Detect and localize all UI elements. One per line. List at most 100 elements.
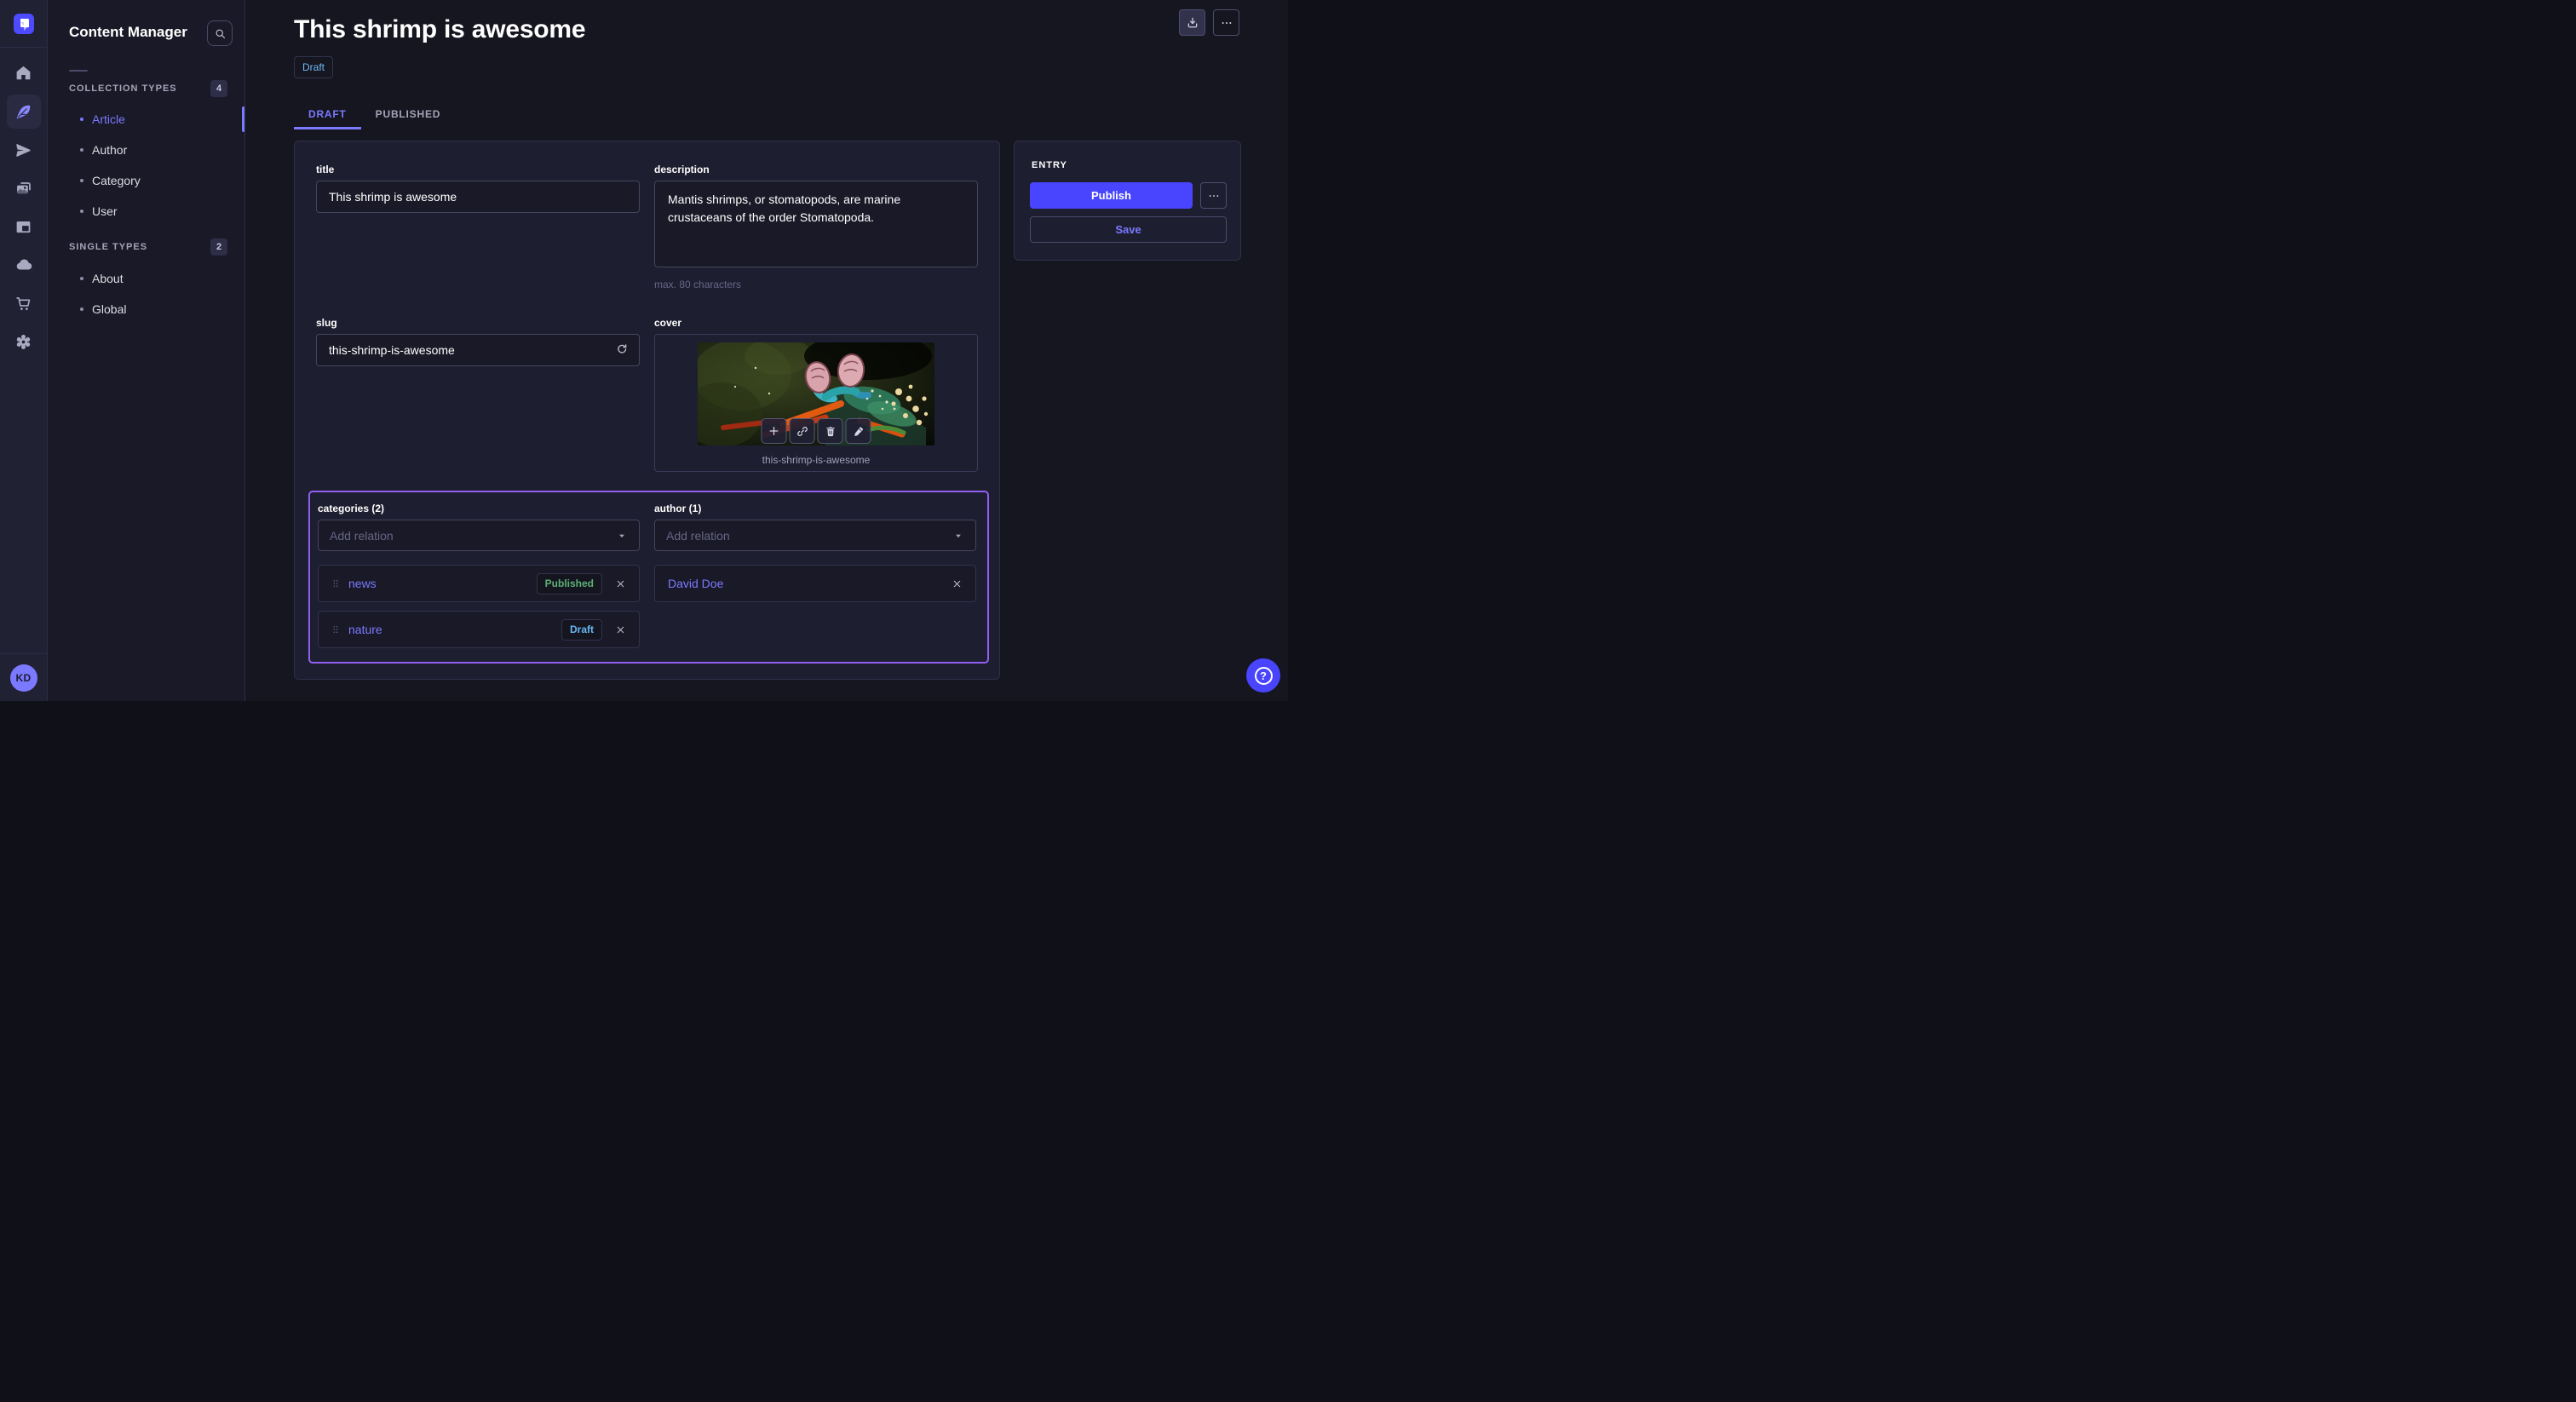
question-mark-icon: ? [1255, 667, 1273, 685]
sidebar-item-label: User [92, 204, 118, 218]
download-button[interactable] [1179, 9, 1205, 36]
cloud-icon[interactable] [7, 248, 41, 282]
sidebar-item-author[interactable]: Author [48, 135, 244, 164]
divider [69, 70, 88, 72]
main-content: This shrimp is awesome Draft DRAFT PUBLI… [246, 0, 1288, 701]
field-label-description: description [654, 164, 978, 175]
bullet-icon [80, 179, 83, 182]
chevron-down-icon [616, 530, 628, 542]
avatar[interactable]: KD [10, 664, 37, 692]
categories-add-relation-combobox[interactable]: Add relation [318, 520, 640, 551]
app-root: KD Content Manager COLLECTION TYPES 4 Ar… [0, 0, 1288, 701]
home-icon[interactable] [7, 55, 41, 89]
more-button[interactable] [1213, 9, 1239, 36]
media-library-icon[interactable] [7, 171, 41, 205]
settings-gear-icon[interactable] [7, 325, 41, 359]
sidebar-item-about[interactable]: About [48, 264, 244, 293]
link-icon [796, 425, 808, 438]
feather-icon[interactable] [7, 95, 41, 129]
field-categories: categories (2) Add relation [318, 503, 640, 648]
entry-form-card: title description Mantis shrimps, or sto… [294, 141, 1000, 680]
field-author: author (1) Add relation David Doe [654, 503, 976, 648]
bullet-icon [80, 210, 83, 213]
relation-link-david-doe[interactable]: David Doe [668, 577, 723, 590]
sidebar-item-label: Category [92, 174, 141, 187]
main-nav-rail: KD [0, 0, 48, 701]
remove-relation-button[interactable] [613, 623, 628, 637]
more-icon [1207, 189, 1221, 203]
page-title: This shrimp is awesome [294, 15, 1239, 44]
header-actions [1179, 9, 1239, 36]
description-hint: max. 80 characters [654, 279, 978, 290]
cover-asset-card: this-shrimp-is-awesome [654, 334, 978, 472]
tab-draft[interactable]: DRAFT [294, 101, 361, 129]
cover-action-bar [762, 418, 871, 444]
description-textarea[interactable]: Mantis shrimps, or stomatopods, are mari… [654, 181, 978, 267]
pencil-icon [852, 425, 865, 438]
drag-handle-icon[interactable] [330, 623, 342, 636]
plus-icon [768, 424, 781, 438]
user-menu: KD [0, 653, 47, 701]
relation-link-nature[interactable]: nature [348, 623, 382, 636]
author-add-relation-combobox[interactable]: Add relation [654, 520, 976, 551]
content-manager-subnav: Content Manager COLLECTION TYPES 4 Artic… [48, 0, 245, 701]
search-button[interactable] [207, 20, 233, 46]
subnav-title: Content Manager [69, 24, 187, 41]
single-types-count-badge: 2 [210, 238, 227, 256]
slug-input[interactable] [316, 334, 640, 366]
paper-plane-icon[interactable] [7, 133, 41, 167]
sidebar-item-global[interactable]: Global [48, 295, 244, 324]
sidebar-item-category[interactable]: Category [48, 166, 244, 195]
sidebar-item-label: About [92, 272, 124, 285]
remove-relation-button[interactable] [950, 577, 964, 591]
strapi-logo[interactable] [0, 0, 47, 48]
collection-types-count-badge: 4 [210, 80, 227, 97]
remove-relation-button[interactable] [613, 577, 628, 591]
combobox-placeholder: Add relation [666, 529, 952, 543]
sidebar-item-article[interactable]: Article [48, 105, 244, 134]
bullet-icon [80, 277, 83, 280]
add-asset-button[interactable] [762, 418, 787, 444]
help-button[interactable]: ? [1246, 658, 1280, 692]
chevron-down-icon [952, 530, 964, 542]
relations-highlight-outline: categories (2) Add relation [308, 491, 989, 664]
field-slug: slug [316, 317, 640, 472]
refresh-icon [615, 343, 630, 358]
download-icon [1186, 16, 1199, 30]
save-button[interactable]: Save [1030, 216, 1227, 243]
relation-link-news[interactable]: news [348, 577, 377, 590]
sidebar-item-user[interactable]: User [48, 197, 244, 226]
regenerate-slug-button[interactable] [615, 343, 630, 358]
status-badge: Draft [294, 56, 333, 78]
copy-link-button[interactable] [790, 418, 815, 444]
bullet-icon [80, 118, 83, 121]
relation-row-david-doe: David Doe [654, 565, 976, 602]
edit-asset-button[interactable] [846, 418, 871, 444]
status-badge-draft: Draft [561, 619, 602, 641]
close-icon [615, 578, 626, 589]
title-input[interactable] [316, 181, 640, 213]
sidebar-item-label: Author [92, 143, 127, 157]
field-label-author: author (1) [654, 503, 976, 514]
tab-published[interactable]: PUBLISHED [361, 101, 456, 129]
entry-more-button[interactable] [1200, 182, 1227, 209]
publish-button[interactable]: Publish [1030, 182, 1193, 209]
drag-handle-icon[interactable] [330, 577, 342, 590]
strapi-logo-icon [14, 14, 34, 34]
relation-row-nature: nature Draft [318, 611, 640, 648]
delete-asset-button[interactable] [818, 418, 843, 444]
section-single-types: SINGLE TYPES [69, 242, 147, 252]
sidebar-item-label: Article [92, 112, 125, 126]
cover-filename: this-shrimp-is-awesome [762, 454, 871, 466]
field-cover: cover [654, 317, 978, 472]
close-icon [952, 578, 963, 589]
field-label-slug: slug [316, 317, 640, 329]
cart-icon[interactable] [7, 286, 41, 320]
field-description: description Mantis shrimps, or stomatopo… [654, 164, 978, 290]
relation-row-news: news Published [318, 565, 640, 602]
entry-panel: ENTRY Publish Save [1014, 141, 1241, 261]
layout-icon[interactable] [7, 210, 41, 244]
field-label-cover: cover [654, 317, 978, 329]
version-tabs: DRAFT PUBLISHED [294, 101, 1239, 129]
bullet-icon [80, 307, 83, 311]
